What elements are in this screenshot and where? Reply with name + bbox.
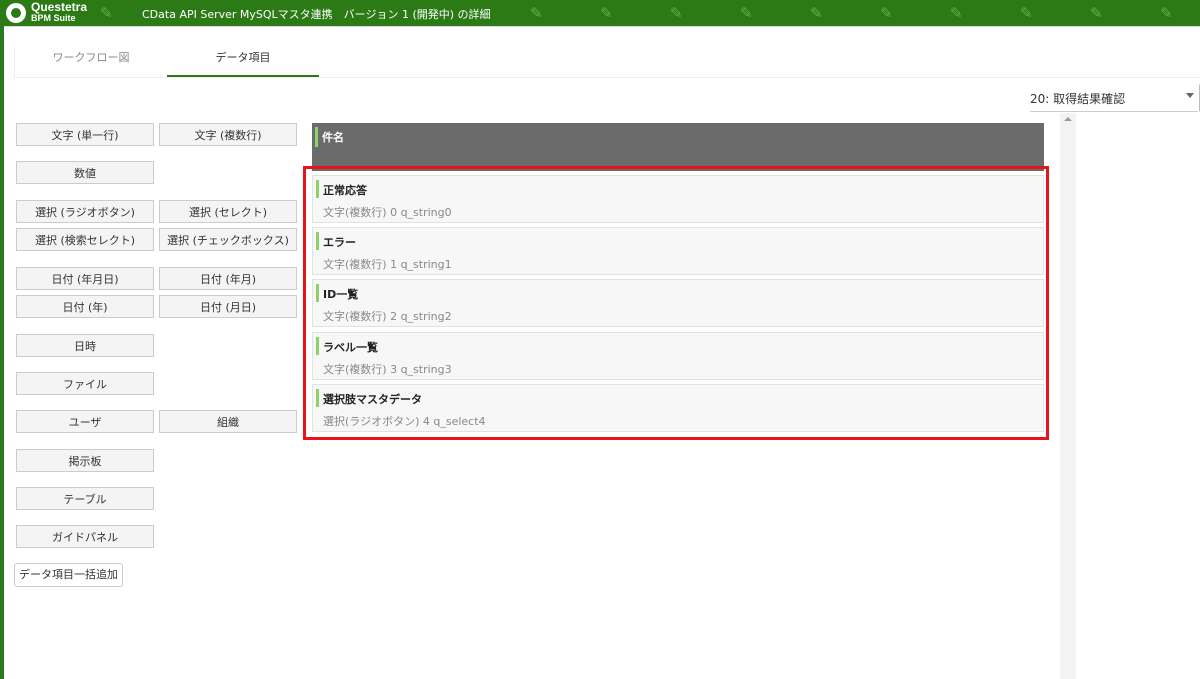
main-panel: ワークフロー図 データ項目 20: 取得結果確認 文字 (単一行) 文字 (複数… [4, 26, 1200, 679]
add-select-dropdown-button[interactable]: 選択 (セレクト) [159, 200, 297, 223]
data-item-row[interactable]: ラベル一覧 文字(複数行) 3 q_string3 [312, 332, 1044, 380]
app-header: ✎ ✎ ✎ ✎ ✎ ✎ ✎ ✎ ✎ ✎ ✎ Questetra BPM Suit… [0, 0, 1200, 26]
add-board-button[interactable]: 掲示板 [16, 449, 154, 472]
add-date-ym-button[interactable]: 日付 (年月) [159, 267, 297, 290]
title-field-label: 件名 [322, 131, 344, 144]
data-item-name: ID一覧 [323, 288, 359, 301]
brand-name[interactable]: Questetra BPM Suite [31, 0, 88, 24]
pencil-icon: ✎ [670, 4, 683, 22]
add-text-single-button[interactable]: 文字 (単一行) [16, 123, 154, 146]
data-item-name: エラー [323, 236, 356, 249]
pencil-icon: ✎ [1020, 4, 1033, 22]
pencil-icon: ✎ [740, 4, 753, 22]
data-item-meta: 選択(ラジオボタン) 4 q_select4 [323, 415, 486, 428]
page-title: CData API Server MySQLマスタ連携 バージョン 1 (開発中… [142, 8, 491, 21]
data-item-row[interactable]: 正常応答 文字(複数行) 0 q_string0 [312, 175, 1044, 223]
field-accent [316, 337, 319, 355]
scrollbar[interactable] [1060, 113, 1076, 679]
pencil-icon: ✎ [950, 4, 963, 22]
data-item-meta: 文字(複数行) 3 q_string3 [323, 363, 452, 376]
chevron-down-icon [1186, 93, 1194, 98]
tab-data-items[interactable]: データ項目 [167, 47, 319, 77]
data-item-row[interactable]: ID一覧 文字(複数行) 2 q_string2 [312, 279, 1044, 327]
questetra-logo-icon[interactable] [6, 3, 26, 23]
data-item-meta: 文字(複数行) 1 q_string1 [323, 258, 452, 271]
add-number-button[interactable]: 数値 [16, 161, 154, 184]
add-table-button[interactable]: テーブル [16, 487, 154, 510]
step-select[interactable]: 20: 取得結果確認 [1030, 85, 1198, 112]
pencil-icon: ✎ [600, 4, 613, 22]
step-select-value: 20: 取得結果確認 [1030, 92, 1126, 106]
field-accent [316, 180, 319, 198]
scroll-up-icon[interactable] [1064, 117, 1072, 121]
add-datetime-button[interactable]: 日時 [16, 334, 154, 357]
pencil-icon: ✎ [530, 4, 543, 22]
bulk-add-data-items-button[interactable]: データ項目一括追加 [14, 563, 123, 587]
data-item-name: 選択肢マスタデータ [323, 393, 422, 406]
data-item-name: 正常応答 [323, 184, 367, 197]
add-text-multi-button[interactable]: 文字 (複数行) [159, 123, 297, 146]
tab-bar: ワークフロー図 データ項目 [14, 47, 1200, 78]
pencil-icon: ✎ [100, 4, 113, 22]
add-user-button[interactable]: ユーザ [16, 410, 154, 433]
data-item-row[interactable]: 選択肢マスタデータ 選択(ラジオボタン) 4 q_select4 [312, 384, 1044, 432]
data-item-name: ラベル一覧 [323, 341, 378, 354]
field-accent [316, 232, 319, 250]
pencil-icon: ✎ [810, 4, 823, 22]
brand-line2: BPM Suite [31, 13, 76, 23]
data-item-row[interactable]: エラー 文字(複数行) 1 q_string1 [312, 227, 1044, 275]
add-date-md-button[interactable]: 日付 (月日) [159, 295, 297, 318]
add-guide-panel-button[interactable]: ガイドパネル [16, 525, 154, 548]
add-select-search-button[interactable]: 選択 (検索セレクト) [16, 228, 154, 251]
data-item-meta: 文字(複数行) 0 q_string0 [323, 206, 452, 219]
add-date-ymd-button[interactable]: 日付 (年月日) [16, 267, 154, 290]
field-accent [316, 284, 319, 302]
add-select-radio-button[interactable]: 選択 (ラジオボタン) [16, 200, 154, 223]
brand-line1: Questetra [31, 0, 88, 14]
pencil-icon: ✎ [1090, 4, 1103, 22]
add-select-checkbox-button[interactable]: 選択 (チェックボックス) [159, 228, 297, 251]
add-date-y-button[interactable]: 日付 (年) [16, 295, 154, 318]
field-accent [315, 127, 318, 147]
tab-workflow-diagram[interactable]: ワークフロー図 [14, 47, 167, 77]
add-file-button[interactable]: ファイル [16, 372, 154, 395]
pencil-icon: ✎ [1160, 4, 1173, 22]
field-accent [316, 389, 319, 407]
data-item-meta: 文字(複数行) 2 q_string2 [323, 310, 452, 323]
title-field-row[interactable]: 件名 [312, 123, 1044, 171]
pencil-icon: ✎ [880, 4, 893, 22]
add-org-button[interactable]: 組織 [159, 410, 297, 433]
